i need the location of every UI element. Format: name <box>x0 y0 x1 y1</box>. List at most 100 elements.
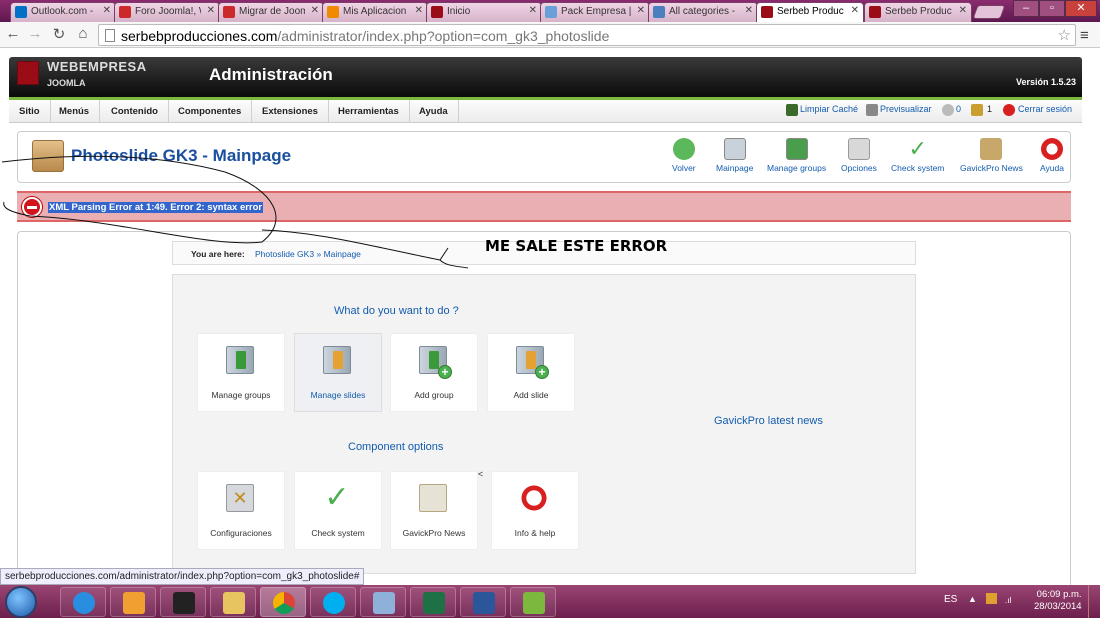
maximize-button[interactable]: ▫ <box>1039 0 1065 17</box>
bookmark-star-icon[interactable]: ☆ <box>1058 26 1071 44</box>
gavickpro-news-card[interactable]: GavickPro News <box>390 471 478 550</box>
close-icon[interactable]: ✕ <box>637 5 645 16</box>
browser-tab[interactable]: Migrar de Joom ✕ <box>218 2 324 22</box>
info-help-card[interactable]: Info & help <box>491 471 579 550</box>
annotation-circle <box>1 155 277 244</box>
admin-menu-bar: Sitio Menús Contenido Componentes Extens… <box>9 100 1082 123</box>
options-button[interactable]: Opciones <box>841 138 877 173</box>
skype-icon <box>323 592 345 614</box>
news-icon <box>980 138 1003 160</box>
menu-herramientas[interactable]: Herramientas <box>328 100 410 123</box>
network-icon[interactable]: .ıl <box>1005 596 1011 605</box>
reload-icon[interactable]: ↻ <box>50 25 68 43</box>
taskbar-skype[interactable] <box>310 587 356 617</box>
menu-menus[interactable]: Menús <box>49 100 101 123</box>
tray-arrow-icon[interactable]: ▲ <box>968 594 977 604</box>
menu-sitio[interactable]: Sitio <box>9 100 51 123</box>
close-icon[interactable]: ✕ <box>851 5 859 16</box>
windows-taskbar <box>0 585 1100 618</box>
browser-tab[interactable]: Outlook.com - ✕ <box>10 2 116 22</box>
manage-groups-card[interactable]: Manage groups <box>197 333 285 412</box>
manage-slides-icon <box>323 346 351 374</box>
page-icon <box>105 29 115 42</box>
notepad-icon <box>373 592 395 614</box>
logout-link[interactable]: Cerrar sesión <box>1018 104 1072 114</box>
menu-componentes[interactable]: Componentes <box>168 100 253 123</box>
taskbar-ie[interactable] <box>60 587 106 617</box>
back-arrow-icon[interactable]: ← <box>4 25 22 42</box>
news-icon <box>419 484 447 512</box>
browser-tab[interactable]: All categories - ✕ <box>648 2 758 22</box>
manage-groups-button[interactable]: Manage groups <box>767 138 826 173</box>
gavickpro-news-button[interactable]: GavickPro News <box>960 138 1023 173</box>
configuraciones-card[interactable]: ✕ Configuraciones <box>197 471 285 550</box>
taskbar-notepad[interactable] <box>360 587 406 617</box>
minimize-button[interactable]: – <box>1013 0 1039 17</box>
excel-icon <box>423 592 445 614</box>
add-slide-card[interactable]: + Add slide <box>487 333 575 412</box>
add-group-card[interactable]: + Add group <box>390 333 478 412</box>
taskbar-excel[interactable] <box>410 587 456 617</box>
browser-tab-active[interactable]: Serbeb Produc ✕ <box>756 2 864 23</box>
taskbar-media[interactable] <box>110 587 156 617</box>
joomla-icon <box>761 6 773 18</box>
joomla-icon <box>869 6 881 18</box>
users-icon <box>971 104 983 116</box>
people-icon <box>653 6 665 18</box>
clear-cache-link[interactable]: Limpiar Caché <box>800 104 858 114</box>
browser-tab[interactable]: Foro Joomla!, W✕ <box>114 2 220 22</box>
mainpage-button[interactable]: Mainpage <box>716 138 753 173</box>
menu-ayuda[interactable]: Ayuda <box>409 100 459 123</box>
close-icon[interactable]: ✕ <box>959 5 967 16</box>
language-indicator[interactable]: ES <box>944 594 957 605</box>
close-icon[interactable]: ✕ <box>745 5 753 16</box>
app-icon <box>523 592 545 614</box>
new-tab-button[interactable] <box>972 5 1006 19</box>
home-icon[interactable]: ⌂ <box>74 25 92 42</box>
tray-flag-icon[interactable] <box>986 593 997 604</box>
taskbar-chrome[interactable] <box>260 587 306 617</box>
manage-groups-icon <box>226 346 254 374</box>
close-icon[interactable]: ✕ <box>207 5 215 16</box>
address-bar[interactable]: serbebproducciones.com/administrator/ind… <box>98 24 1076 46</box>
users-count: 1 <box>987 104 993 114</box>
close-icon[interactable]: ✕ <box>311 5 319 16</box>
browser-tab[interactable]: Inicio ✕ <box>426 2 542 22</box>
chrome-icon <box>273 592 295 614</box>
op-icon <box>327 6 339 18</box>
browser-tab[interactable]: Mis Aplicacion ✕ <box>322 2 428 22</box>
start-button[interactable] <box>5 586 37 618</box>
show-desktop-button[interactable] <box>1088 585 1100 618</box>
brand-name: WEBEMPRESA <box>47 59 147 74</box>
back-button[interactable]: Volver <box>672 138 696 173</box>
browser-tab[interactable]: Serbeb Produc ✕ <box>864 2 972 22</box>
admin-title: Administración <box>209 65 333 84</box>
close-icon[interactable]: ✕ <box>529 5 537 16</box>
preview-link[interactable]: Previsualizar <box>880 104 932 114</box>
close-window-button[interactable]: ✕ <box>1065 0 1097 17</box>
taskbar-explorer[interactable] <box>210 587 256 617</box>
version-label: Versión 1.5.23 <box>1015 77 1076 87</box>
close-icon[interactable]: ✕ <box>415 5 423 16</box>
close-icon[interactable]: ✕ <box>103 5 111 16</box>
messages-count[interactable]: 0 <box>956 104 961 114</box>
stray-char: < <box>478 469 484 479</box>
explorer-icon <box>223 592 245 614</box>
taskbar-word[interactable] <box>460 587 506 617</box>
manage-slides-card[interactable]: Manage slides <box>294 333 382 412</box>
check-system-button[interactable]: ✓ Check system <box>891 138 944 174</box>
news-title[interactable]: GavickPro latest news <box>714 415 823 427</box>
check-system-card[interactable]: ✓ Check system <box>294 471 382 550</box>
forward-arrow-icon[interactable]: → <box>26 25 44 42</box>
taskbar-game[interactable] <box>160 587 206 617</box>
clock[interactable]: 06:09 p.m. 28/03/2014 <box>1034 589 1082 613</box>
taskbar-app[interactable] <box>510 587 556 617</box>
menu-contenido[interactable]: Contenido <box>101 100 169 123</box>
help-button[interactable]: Ayuda <box>1040 138 1064 173</box>
dashboard-panel: What do you want to do ? Manage groups M… <box>172 274 916 574</box>
menu-extensiones[interactable]: Extensiones <box>252 100 329 123</box>
annotation-text: ME SALE ESTE ERROR <box>485 237 668 255</box>
browser-tab[interactable]: Pack Empresa | ✕ <box>540 2 650 22</box>
chrome-menu-icon[interactable]: ≡ <box>1080 27 1089 44</box>
status-bar-url: serbebproducciones.com/administrator/ind… <box>0 568 365 585</box>
